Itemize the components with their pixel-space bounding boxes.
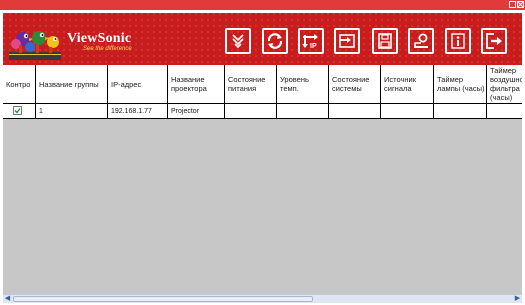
col-header-system[interactable]: Состояние системы	[329, 65, 381, 104]
row-control-cell	[3, 104, 36, 119]
exit-icon	[486, 33, 502, 49]
cell-lamp	[434, 104, 487, 119]
refresh-icon	[267, 33, 283, 49]
import-button[interactable]	[334, 28, 360, 54]
table-row[interactable]: 1 192.168.1.77 Projector	[3, 104, 522, 119]
cell-temp	[277, 104, 329, 119]
horizontal-scrollbar[interactable]: ◀ ▶	[3, 294, 522, 303]
row-checkbox[interactable]	[13, 106, 22, 115]
viewsonic-birds-logo	[9, 31, 61, 60]
floppy-icon	[378, 33, 392, 49]
scrollbar-thumb[interactable]	[13, 296, 313, 302]
save-button[interactable]	[372, 28, 398, 54]
col-header-projector[interactable]: Название проектора	[168, 65, 225, 104]
ip-button[interactable]: IP	[298, 28, 324, 54]
refresh-button[interactable]	[262, 28, 288, 54]
col-header-temp[interactable]: Уровень темп.	[277, 65, 329, 104]
col-header-power[interactable]: Состояние питания	[225, 65, 277, 104]
scroll-left-arrow-icon[interactable]: ◀	[3, 295, 12, 303]
cell-source	[381, 104, 434, 119]
cell-power	[225, 104, 277, 119]
cell-group: 1	[36, 104, 108, 119]
col-header-lamp[interactable]: Таймер лампы (часы)	[434, 65, 487, 104]
chevron-down-icon	[232, 34, 244, 49]
brand-name: ViewSonic	[67, 31, 132, 46]
key-icon	[414, 33, 428, 48]
checkmark-icon	[14, 108, 21, 114]
scroll-right-arrow-icon[interactable]: ▶	[513, 295, 522, 303]
header-banner: ViewSonic See the difference IP	[3, 13, 522, 65]
table-header-row: Контро Название группы IP-адрес Название…	[3, 65, 522, 104]
import-icon	[339, 34, 355, 48]
cell-ip: 192.168.1.77	[108, 104, 168, 119]
cell-system	[329, 104, 381, 119]
app-window: ViewSonic See the difference IP Контро Н…	[0, 10, 525, 305]
cell-filter	[487, 104, 522, 119]
col-header-group[interactable]: Название группы	[36, 65, 108, 104]
filter-button[interactable]	[225, 28, 251, 54]
col-header-control[interactable]: Контро	[3, 65, 36, 104]
info-icon	[451, 33, 465, 49]
projector-grid: Контро Название группы IP-адрес Название…	[3, 65, 522, 294]
col-header-source[interactable]: Источник сигнала	[381, 65, 434, 104]
ip-swap-icon: IP	[302, 34, 318, 50]
info-button[interactable]	[445, 28, 471, 54]
svg-text:IP: IP	[310, 43, 317, 50]
settings-button[interactable]	[408, 28, 434, 54]
brand-tagline: See the difference	[83, 46, 132, 52]
close-button[interactable]	[517, 1, 524, 8]
exit-button[interactable]	[481, 28, 507, 54]
col-header-filter[interactable]: Таймер воздушного фильтра (часы)	[487, 65, 522, 104]
minimize-button[interactable]	[509, 1, 516, 8]
title-bar	[0, 0, 525, 10]
col-header-ip[interactable]: IP-адрес	[108, 65, 168, 104]
cell-projector: Projector	[168, 104, 225, 119]
